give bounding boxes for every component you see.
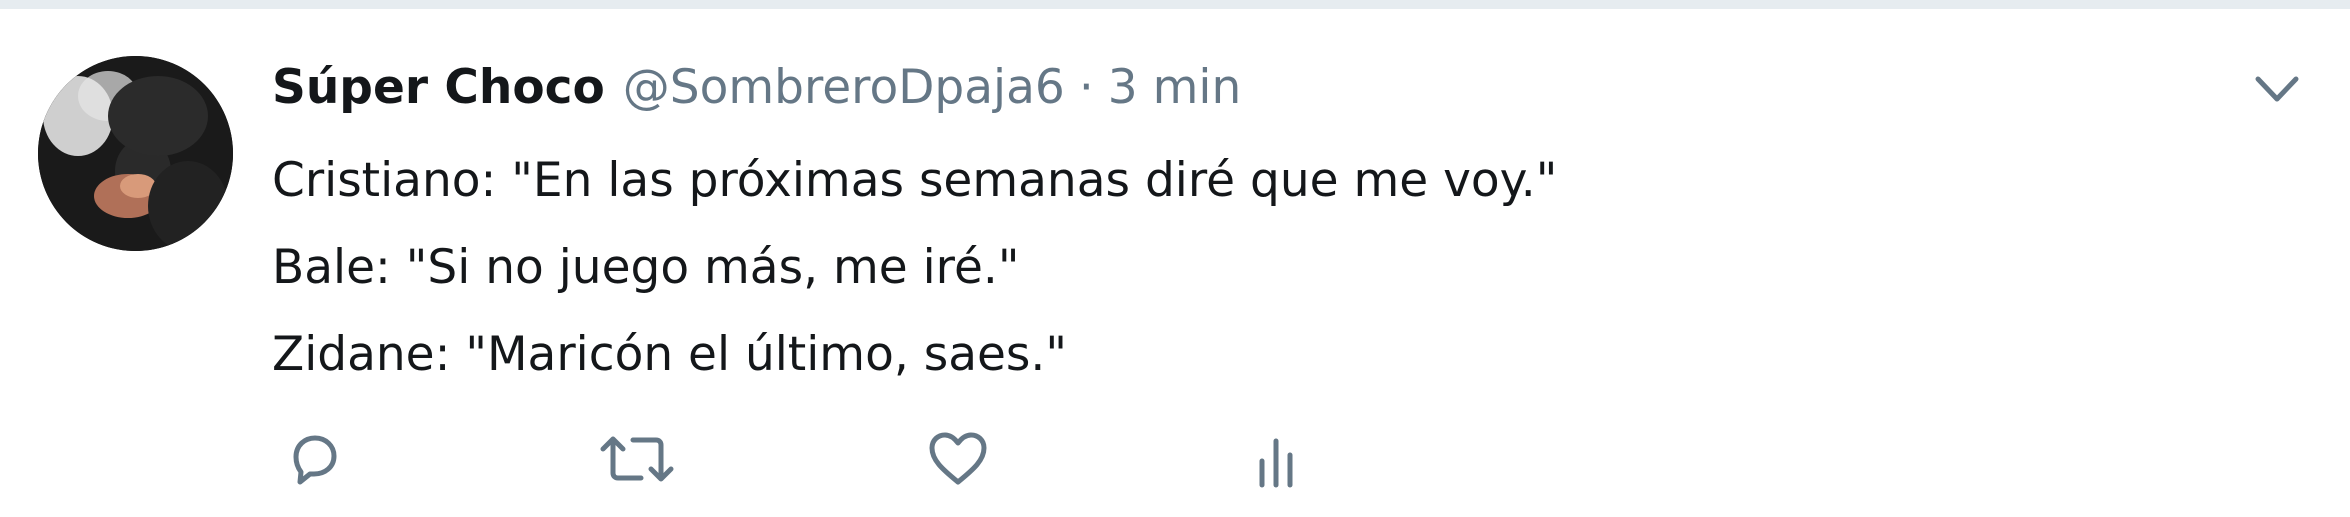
tweet-line-1: Cristiano: "En las próximas semanas diré… [272,153,1558,208]
tweet-actions [272,419,1372,499]
tweet-line-3: Zidane: "Maricón el último, saes." [272,327,1067,382]
analytics-icon [1252,427,1302,491]
tweet-card[interactable]: Súper Choco @SombreroDpaja6 · 3 min Cris… [0,9,2350,517]
analytics-button[interactable] [1252,419,1302,499]
tweet-header: Súper Choco @SombreroDpaja6 · 3 min [272,55,1241,119]
timestamp[interactable]: 3 min [1108,60,1241,115]
reply-icon [282,427,346,491]
reply-button[interactable] [282,419,346,499]
author-name[interactable]: Súper Choco [272,60,605,115]
tweet-text: Cristiano: "En las próximas semanas diré… [272,137,1557,398]
separator: · [1078,59,1094,115]
like-button[interactable] [924,419,992,499]
tweet-line-2: Bale: "Si no juego más, me iré." [272,240,1020,295]
top-divider [0,0,2350,9]
chevron-down-icon[interactable] [2252,69,2302,109]
author-handle[interactable]: @SombreroDpaja6 [623,60,1065,115]
avatar[interactable] [38,56,233,251]
heart-icon [924,427,992,491]
retweet-icon [597,427,677,491]
retweet-button[interactable] [597,419,677,499]
